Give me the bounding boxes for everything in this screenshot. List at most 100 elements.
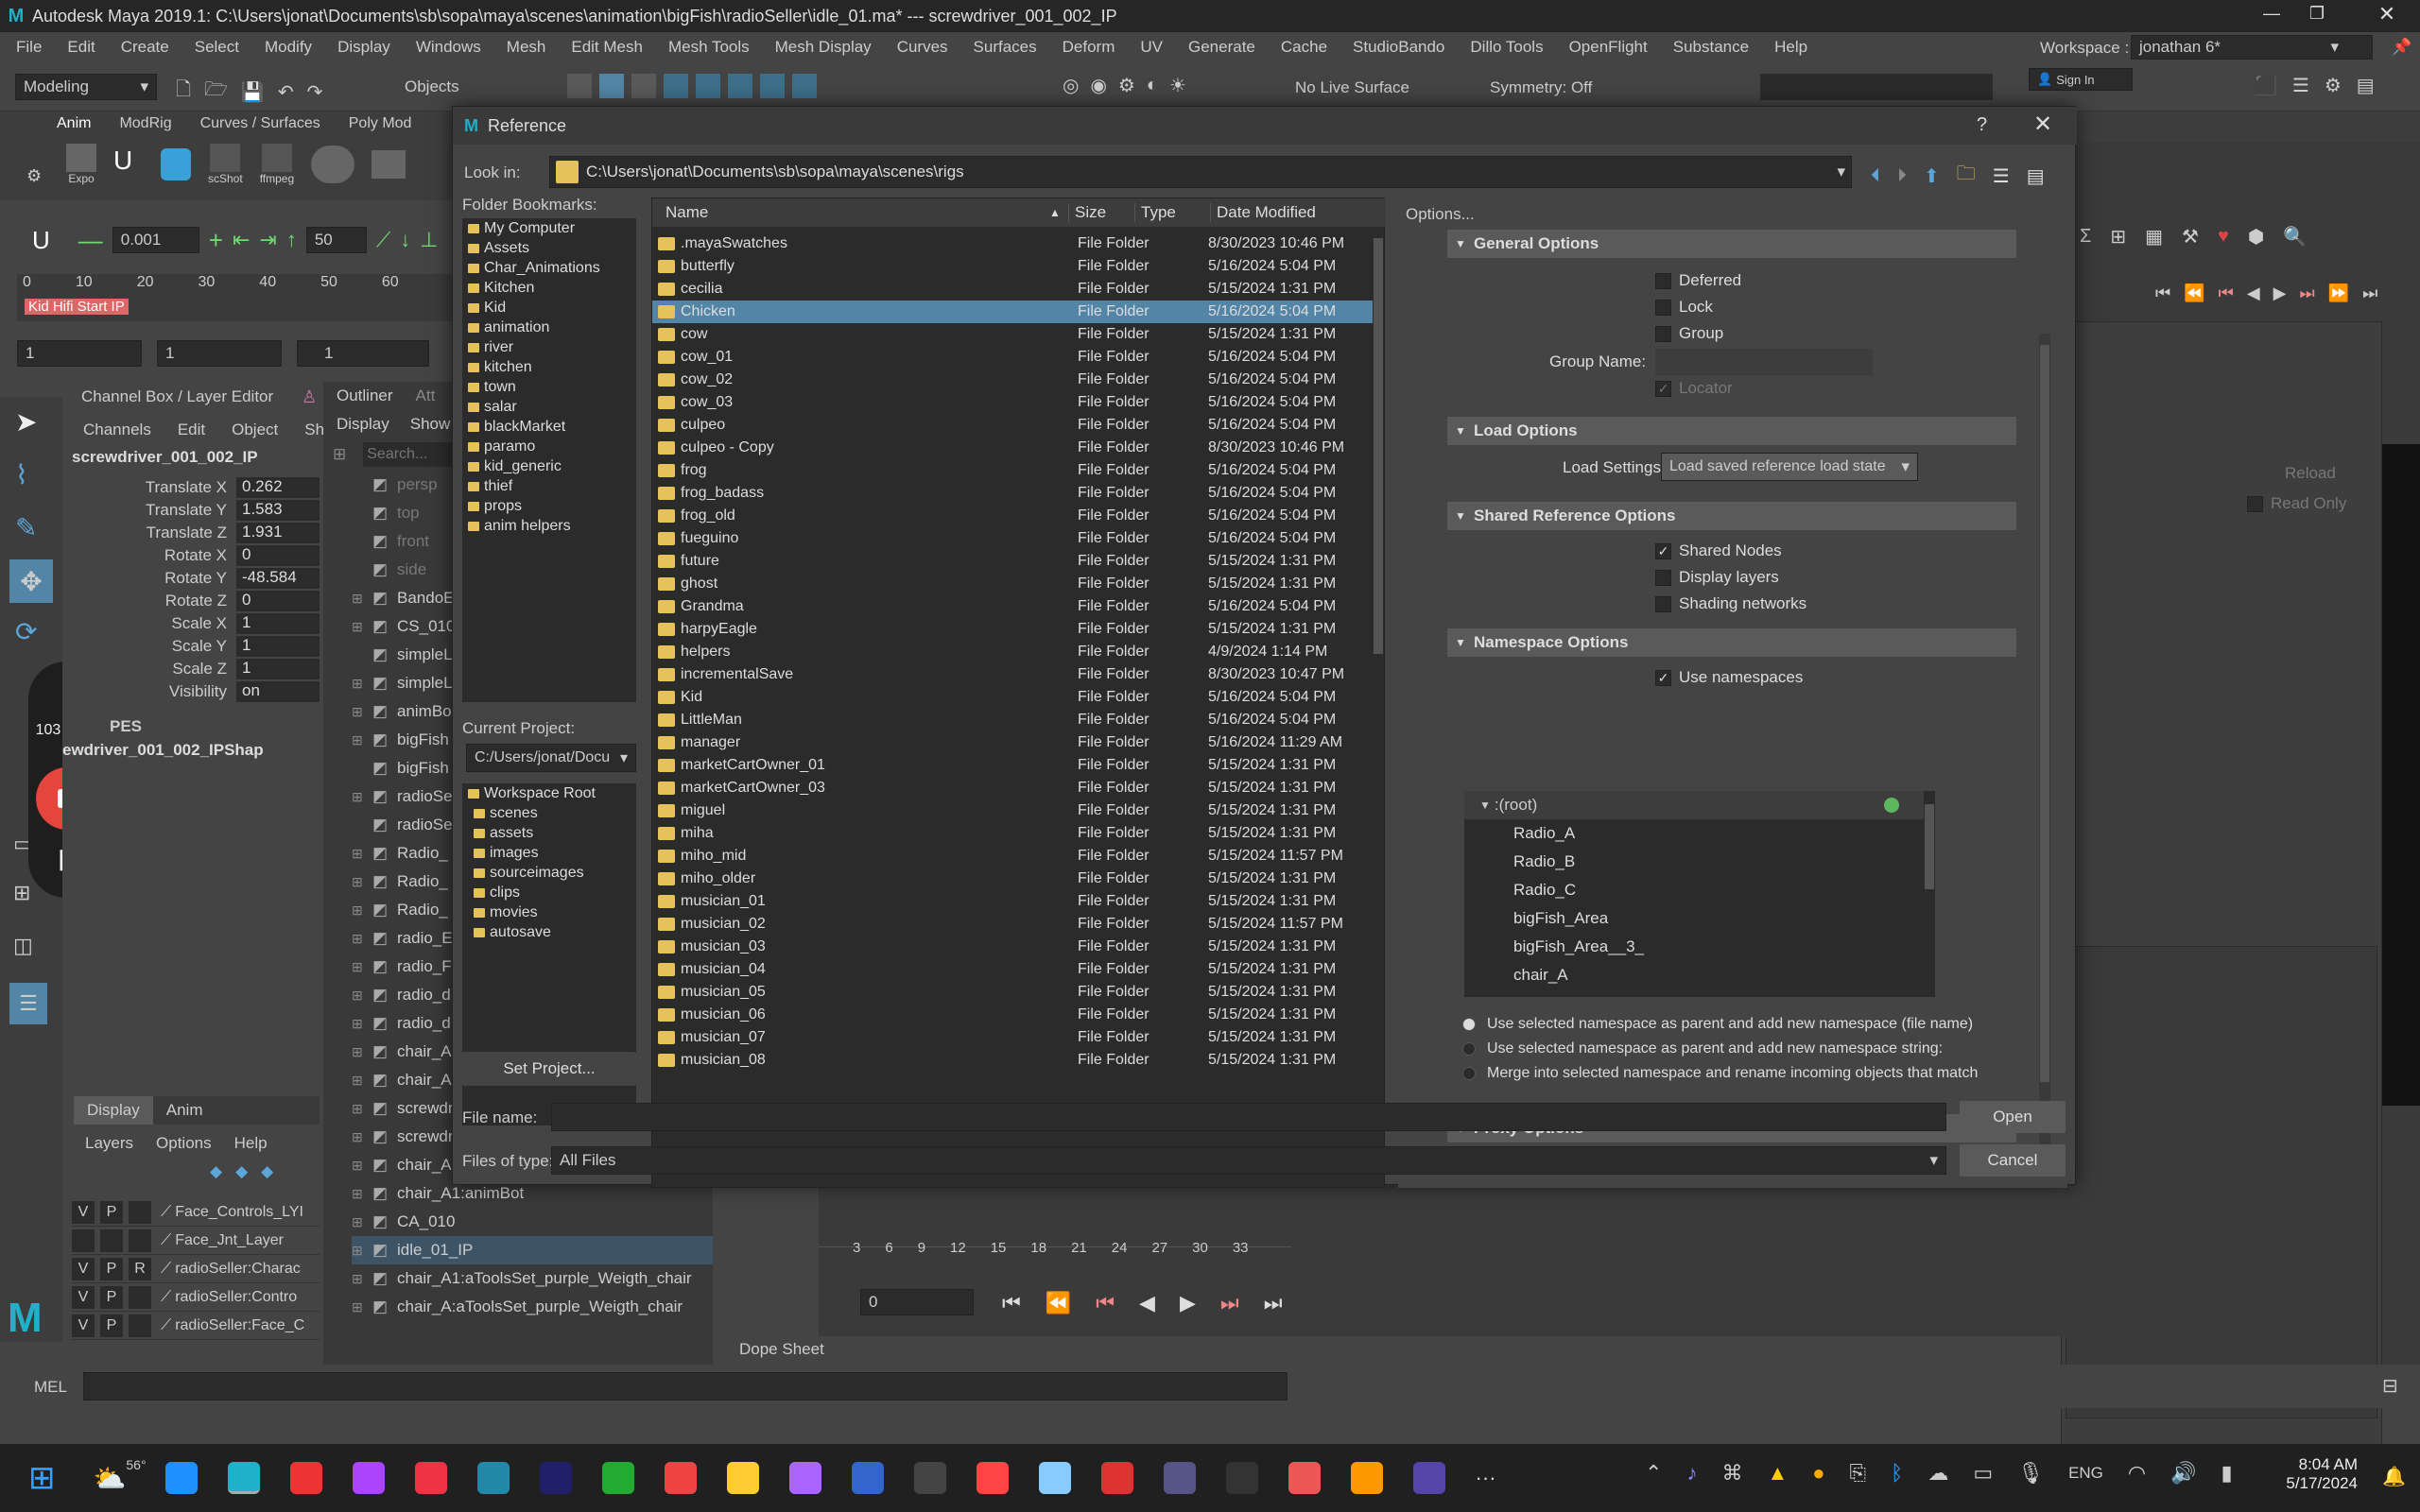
options-scrollbar[interactable] — [2039, 334, 2050, 1165]
file-row[interactable]: cow_03 File Folder 5/16/2024 5:04 PM — [652, 391, 1373, 414]
tray-onedrive-icon[interactable]: ☁ — [1927, 1461, 1948, 1486]
menu-modify[interactable]: Modify — [265, 38, 312, 57]
mel-label[interactable]: MEL — [34, 1378, 67, 1397]
project-tree-item[interactable]: sourceimages — [462, 863, 636, 883]
file-row[interactable]: frog File Folder 5/16/2024 5:04 PM — [652, 459, 1373, 482]
group-option[interactable]: Group — [1655, 324, 1723, 343]
project-tree-item[interactable]: movies — [462, 902, 636, 922]
notification-icon[interactable]: 🔔 — [2382, 1465, 2406, 1488]
expand-icon[interactable]: ⊞ — [352, 1016, 372, 1032]
sigma-icon[interactable]: Σ — [2080, 226, 2091, 248]
layer-flag-v[interactable] — [72, 1228, 95, 1252]
search-app-icon[interactable] — [1350, 1462, 1383, 1494]
attribute-editor-icon[interactable]: ☰ — [2292, 74, 2309, 97]
file-row[interactable]: incrementalSave File Folder 8/30/2023 10:4… — [652, 663, 1373, 686]
column-type[interactable]: Type — [1134, 203, 1210, 222]
layer-name[interactable]: Face_Controls_LYI — [175, 1204, 303, 1221]
clock[interactable]: 8:04 AM 5/17/2024 — [2273, 1455, 2358, 1493]
shelf-button-scshot[interactable]: scShot — [208, 144, 243, 185]
expand-icon[interactable]: ⊞ — [352, 1271, 372, 1287]
namespace-scrollbar[interactable] — [1924, 791, 1935, 997]
weather-icon[interactable]: ⛅ — [94, 1463, 127, 1494]
hypershade-icon[interactable]: ◐ — [1147, 75, 1158, 96]
move-layer-down-icon[interactable]: ◆ — [235, 1162, 248, 1181]
snap-grid-icon[interactable] — [664, 74, 688, 98]
playblast-icon[interactable] — [372, 150, 406, 179]
outliner-show-menu[interactable]: Show — [410, 415, 451, 434]
attribute-value[interactable]: 1.583 — [236, 500, 320, 521]
shelf-tab[interactable]: Poly Mod — [349, 115, 412, 132]
go-to-start-icon[interactable]: ⏮ — [1002, 1291, 1021, 1315]
file-row[interactable]: frog_old File Folder 5/16/2024 5:04 PM — [652, 505, 1373, 527]
expand-icon[interactable]: ⊞ — [352, 704, 372, 720]
tray-drive-icon[interactable]: ▲ — [1767, 1461, 1788, 1486]
layer-name[interactable]: radioSeller:Contro — [175, 1289, 297, 1306]
tray-security-icon[interactable]: ● — [1812, 1461, 1824, 1486]
save-scene-icon[interactable]: 💾 — [241, 80, 265, 104]
file-row[interactable]: culpeo File Folder 5/16/2024 5:04 PM — [652, 414, 1373, 437]
layout-four-icon[interactable]: ⊞ — [13, 881, 30, 905]
project-tree-item[interactable]: scenes — [462, 803, 636, 823]
file-row[interactable]: Chicken File Folder 5/16/2024 5:04 PM — [652, 301, 1373, 323]
move-layer-up-icon[interactable]: ◆ — [210, 1162, 222, 1181]
scrollbar-thumb[interactable] — [2040, 345, 2049, 1082]
microphone-icon[interactable]: 🎙 — [2017, 1461, 2044, 1486]
expand-icon[interactable]: ⊞ — [352, 789, 372, 805]
tab-outliner[interactable]: Outliner — [337, 387, 393, 405]
column-name[interactable]: Name — [652, 203, 1049, 222]
next-key-icon[interactable]: ⏭ — [2300, 284, 2315, 303]
layer-name[interactable]: radioSeller:Charac — [175, 1261, 301, 1278]
expand-icon[interactable]: ⊞ — [352, 1044, 372, 1060]
layer-flag-v[interactable]: V — [72, 1200, 95, 1224]
file-row[interactable]: musician_04 File Folder 5/15/2024 1:31 PM — [652, 958, 1373, 981]
go-to-end-icon[interactable]: ⏭ — [2362, 284, 2377, 303]
filter-icon[interactable]: ⊥ — [420, 228, 438, 252]
menu-edit-mesh[interactable]: Edit Mesh — [571, 38, 643, 57]
next-key-icon[interactable]: ⏭ — [1220, 1291, 1239, 1315]
file-row[interactable]: culpeo - Copy File Folder 8/30/2023 10:46 … — [652, 437, 1373, 459]
cancel-button[interactable]: Cancel — [1960, 1144, 2066, 1177]
menu-help[interactable]: Help — [1774, 38, 1807, 57]
bookmark-item[interactable]: Kid — [462, 298, 636, 318]
ns-radio-3[interactable]: Merge into selected namespace and rename… — [1462, 1065, 1978, 1082]
menu-studiobando[interactable]: StudioBando — [1353, 38, 1444, 57]
file-row[interactable]: miho_mid File Folder 5/15/2024 11:57 PM — [652, 845, 1373, 868]
expand-icon[interactable]: ⊞ — [352, 959, 372, 975]
redo-icon[interactable]: ↷ — [307, 80, 323, 104]
bookmark-item[interactable]: props — [462, 496, 636, 516]
expand-icon[interactable]: ⊞ — [352, 1073, 372, 1089]
help-button[interactable]: ? — [1977, 114, 1987, 136]
onenote-icon[interactable] — [851, 1462, 884, 1494]
sign-in-button[interactable]: 👤 Sign In — [2029, 68, 2133, 91]
go-to-start-icon[interactable]: ⏮ — [2155, 284, 2170, 303]
attribute-row[interactable]: Translate Z 1.931 — [62, 522, 320, 544]
play-back-icon[interactable]: ◀ — [1139, 1291, 1155, 1315]
music-icon[interactable] — [976, 1462, 1009, 1494]
new-scene-icon[interactable]: 🗋 — [176, 76, 191, 108]
bookmark-item[interactable]: anim helpers — [462, 516, 636, 536]
ns-radio-1[interactable]: Use selected namespace as parent and add… — [1462, 1016, 1973, 1033]
tab-display[interactable]: Display — [74, 1096, 153, 1125]
shading-networks-option[interactable]: Shading networks — [1655, 594, 1806, 613]
ipr-icon[interactable]: ◉ — [1090, 74, 1106, 97]
file-row[interactable]: manager File Folder 5/16/2024 11:29 AM — [652, 731, 1373, 754]
layer-flag-r[interactable] — [129, 1200, 151, 1224]
up-icon[interactable]: ↑ — [286, 228, 297, 252]
7zip-icon[interactable] — [913, 1462, 946, 1494]
prev-key-icon[interactable]: ⏮ — [1096, 1291, 1115, 1315]
tray-overflow-icon[interactable]: ⌃ — [1645, 1461, 1662, 1486]
snap-plane-icon[interactable] — [760, 74, 785, 98]
menu-dillo-tools[interactable]: Dillo Tools — [1470, 38, 1543, 57]
layer-flag-r[interactable] — [129, 1285, 151, 1309]
windows-start-icon[interactable]: ⊞ — [28, 1459, 56, 1497]
step-back-icon[interactable]: ⏪ — [2184, 284, 2204, 303]
new-folder-icon[interactable]: 🗀 — [1957, 160, 1976, 192]
attribute-row[interactable]: Visibility on — [62, 680, 320, 703]
volume-icon[interactable]: 🔊 — [2170, 1461, 2196, 1486]
file-row[interactable]: musician_03 File Folder 5/15/2024 1:31 PM — [652, 936, 1373, 958]
attribute-row[interactable]: Rotate Y -48.584 — [62, 567, 320, 590]
layer-menu[interactable]: Help — [234, 1134, 268, 1153]
layer-flag-r[interactable] — [129, 1314, 151, 1337]
tab-anim[interactable]: Anim — [153, 1101, 216, 1120]
bookmark-item[interactable]: Kitchen — [462, 278, 636, 298]
